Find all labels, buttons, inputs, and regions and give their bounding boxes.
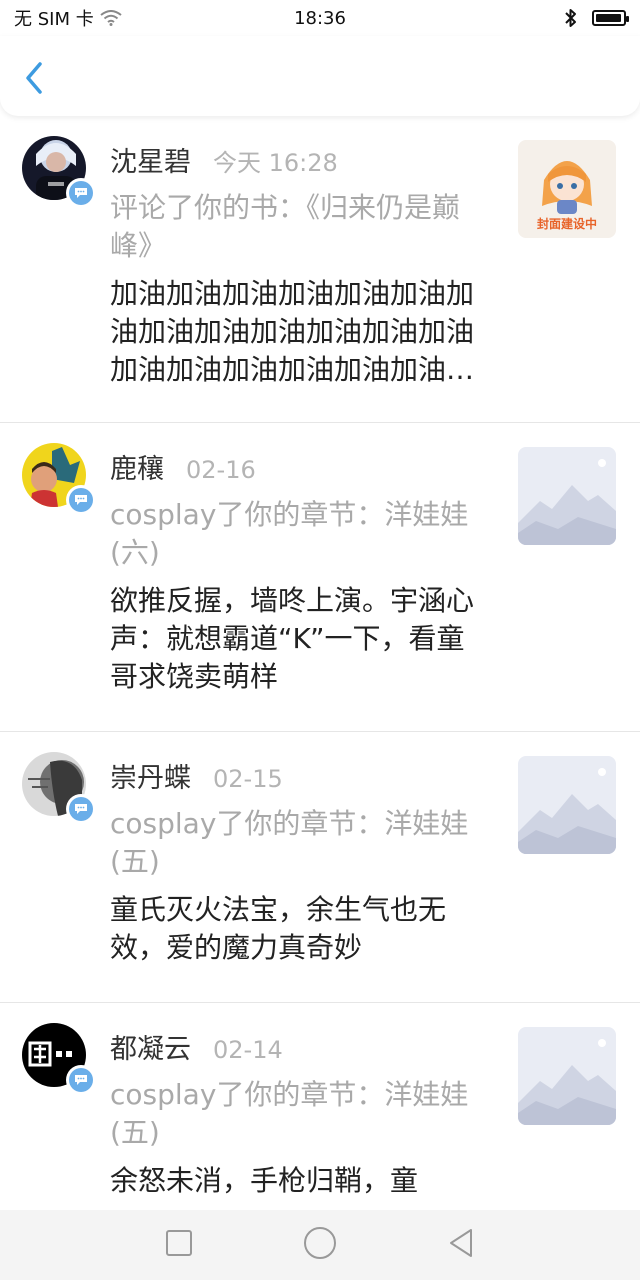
- comment-text: 欲推反握，墙咚上演。宇涵心声：就想霸道“K”一下，看童哥求饶卖萌样: [110, 584, 475, 693]
- comment-text: 童氏灭火法宝，余生气也无效，爱的魔力真奇妙: [110, 893, 447, 964]
- screen: 无 SIM 卡 18:36 沈星碧 今天 16:28 评论了你的书：《归来仍是巅…: [0, 0, 640, 1280]
- comment-text: 加油加油加油加油加油加油加油加油加油加油加油加油加油加油加油加油加油加油加油加油…: [110, 277, 475, 386]
- message-badge: [66, 178, 96, 208]
- home-button[interactable]: [303, 1226, 337, 1264]
- list-item[interactable]: 都凝云 02-14 cosplay了你的章节：洋娃娃(五) 余怒未消，手枪归鞘，…: [0, 1003, 640, 1210]
- timestamp: 02-16: [186, 456, 256, 484]
- circle-icon: [304, 1227, 336, 1259]
- item-meta: 沈星碧 今天 16:28: [110, 140, 490, 179]
- book-cover[interactable]: 封面建设中: [518, 140, 616, 238]
- user-name[interactable]: 崇丹蝶: [110, 756, 191, 795]
- avatar-container: [22, 1023, 96, 1095]
- list-item[interactable]: 沈星碧 今天 16:28 评论了你的书：《归来仍是巅峰》 加油加油加油加油加油加…: [0, 116, 640, 423]
- user-name[interactable]: 都凝云: [110, 1027, 191, 1066]
- timestamp: 02-15: [213, 765, 283, 793]
- action-text: cosplay了你的章节：洋娃娃(五): [110, 1078, 469, 1149]
- action-text: cosplay了你的章节：洋娃娃(五): [110, 807, 469, 878]
- item-meta: 鹿穰 02-16: [110, 447, 490, 486]
- action-text: cosplay了你的章节：洋娃娃(六): [110, 498, 469, 569]
- item-content: 都凝云 02-14 cosplay了你的章节：洋娃娃(五) 余怒未消，手枪归鞘，…: [110, 1027, 490, 1200]
- comment-text: 余怒未消，手枪归鞘，童: [110, 1164, 419, 1197]
- mountain-landscape-icon: [518, 1027, 616, 1125]
- list-item[interactable]: 崇丹蝶 02-15 cosplay了你的章节：洋娃娃(五) 童氏灭火法宝，余生气…: [0, 732, 640, 1003]
- message-bubble-icon: [75, 1075, 87, 1085]
- item-content: 鹿穰 02-16 cosplay了你的章节：洋娃娃(六) 欲推反握，墙咚上演。宇…: [110, 447, 490, 696]
- message-bubble-icon: [75, 495, 87, 505]
- message-badge: [66, 1065, 96, 1095]
- square-icon: [166, 1230, 192, 1256]
- message-bubble-icon: [75, 188, 87, 198]
- item-content: 沈星碧 今天 16:28 评论了你的书：《归来仍是巅峰》 加油加油加油加油加油加…: [110, 140, 490, 389]
- battery-icon: [592, 10, 629, 26]
- status-left: 无 SIM 卡: [14, 5, 122, 31]
- message-bubble-icon: [75, 804, 87, 814]
- chevron-left-icon: [26, 62, 42, 94]
- item-content: 崇丹蝶 02-15 cosplay了你的章节：洋娃娃(五) 童氏灭火法宝，余生气…: [110, 756, 490, 967]
- carrier-label: 无 SIM 卡: [14, 9, 94, 30]
- timestamp: 02-14: [213, 1036, 283, 1064]
- notification-list[interactable]: 沈星碧 今天 16:28 评论了你的书：《归来仍是巅峰》 加油加油加油加油加油加…: [0, 116, 640, 1210]
- system-navigation-bar: [0, 1210, 640, 1280]
- action-text: 评论了你的书：《归来仍是巅峰》: [110, 191, 461, 262]
- status-right: [564, 8, 629, 28]
- avatar-container: [22, 443, 96, 515]
- mountain-landscape-icon: [518, 756, 616, 854]
- chapter-cover-placeholder[interactable]: [518, 756, 616, 854]
- status-bar: 无 SIM 卡 18:36: [0, 0, 640, 36]
- message-badge: [66, 485, 96, 515]
- bluetooth-icon: [565, 9, 576, 27]
- message-badge: [66, 794, 96, 824]
- wifi-icon: [100, 10, 122, 26]
- list-item[interactable]: 鹿穰 02-16 cosplay了你的章节：洋娃娃(六) 欲推反握，墙咚上演。宇…: [0, 423, 640, 732]
- user-name[interactable]: 沈星碧: [110, 140, 191, 179]
- chapter-cover-placeholder[interactable]: [518, 1027, 616, 1125]
- timestamp: 今天 16:28: [213, 149, 338, 177]
- item-meta: 都凝云 02-14: [110, 1027, 490, 1066]
- recent-apps-button[interactable]: [165, 1229, 193, 1261]
- mountain-landscape-icon: [518, 447, 616, 545]
- avatar-container: [22, 752, 96, 824]
- cover-caption: 封面建设中: [536, 217, 597, 231]
- system-back-button[interactable]: [447, 1228, 475, 1262]
- chapter-cover-placeholder[interactable]: [518, 447, 616, 545]
- avatar-container: [22, 136, 96, 208]
- back-button[interactable]: [16, 58, 56, 98]
- item-meta: 崇丹蝶 02-15: [110, 756, 490, 795]
- battery-level: [596, 14, 621, 22]
- user-name[interactable]: 鹿穰: [110, 447, 164, 486]
- nav-header: [0, 36, 640, 116]
- triangle-back-icon: [450, 1229, 472, 1257]
